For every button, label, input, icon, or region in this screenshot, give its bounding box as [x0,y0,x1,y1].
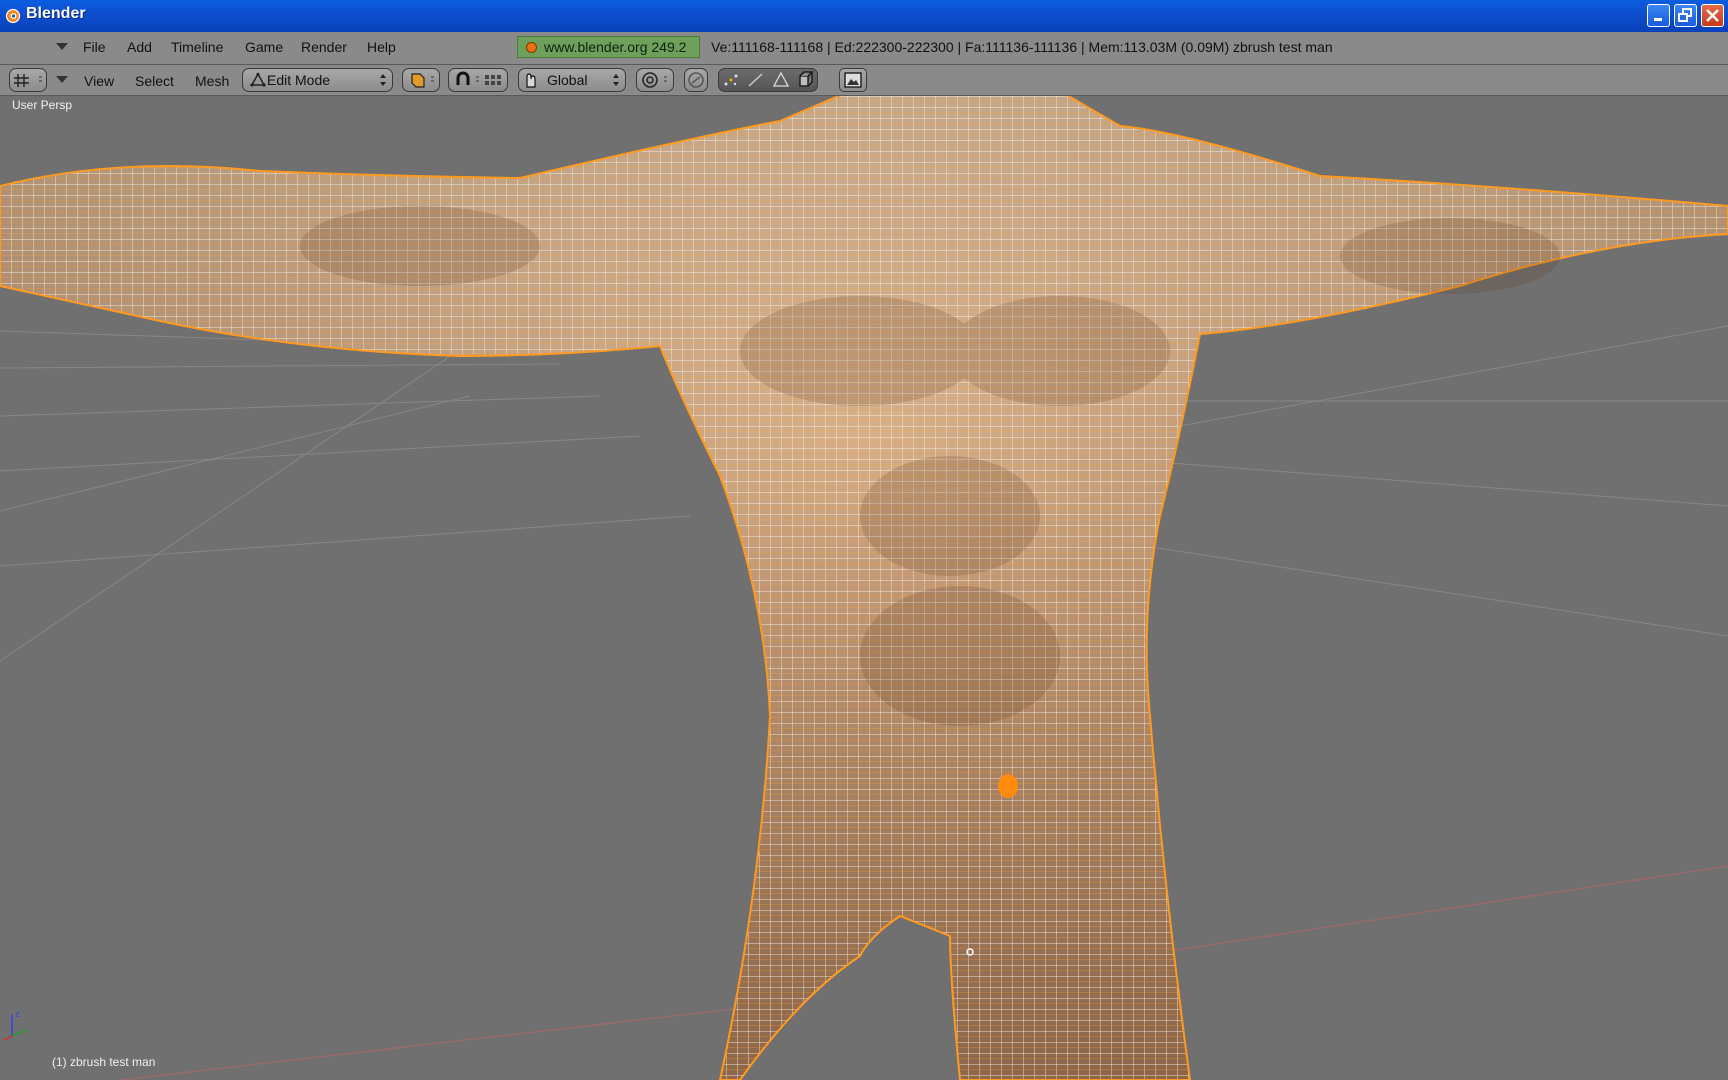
close-icon [1706,9,1719,22]
viewport-scene: z [0,96,1728,1080]
snap-magnet-icon [456,71,501,85]
menu-render[interactable]: Render [301,39,347,55]
menu-view[interactable]: View [84,73,114,89]
orientation-select[interactable]: Global [518,68,626,92]
mode-value: Edit Mode [267,72,331,88]
link-icon [688,72,704,88]
blender-logo-icon [5,8,21,24]
menu-game[interactable]: Game [245,39,283,55]
vertex-select-icon [724,74,738,86]
header-collapse-icon[interactable] [56,43,68,50]
toolbar-collapse-icon[interactable] [56,76,68,83]
proportional-edit-icon [642,72,667,88]
version-text: www.blender.org 249.2 [544,39,687,55]
blender-small-icon [526,42,537,53]
proportional-edit-button[interactable] [636,68,674,92]
snap-group[interactable] [448,68,508,92]
menu-add[interactable]: Add [127,39,152,55]
mode-select[interactable]: Edit Mode [242,68,393,92]
view3d-editor-icon [14,74,42,87]
face-select-icon [772,71,790,87]
active-object-label: (1) zbrush test man [52,1055,156,1069]
restore-button[interactable] [1674,4,1697,27]
version-badge[interactable]: www.blender.org 249.2 [517,36,700,58]
view3d-header: View Select Mesh Edit Mode Global [0,65,1728,96]
view3d-viewport[interactable]: z User Persp (1) zbrush test man [0,96,1728,1080]
axis-gizmo: z [3,1010,27,1041]
mesh-object [0,96,1728,1080]
restore-icon [1678,8,1692,22]
select-mode-group[interactable] [718,68,818,92]
occlude-geometry-icon [799,71,814,87]
render-button[interactable] [839,68,867,92]
navel-selection [998,774,1018,798]
minimize-button[interactable] [1647,4,1670,27]
menu-timeline[interactable]: Timeline [171,39,223,55]
close-button[interactable] [1701,4,1724,27]
edit-mode-icon [250,72,266,87]
edge-select-icon [748,73,763,87]
minimize-icon [1654,18,1662,21]
scene-stats: Ve:111168-111168 | Ed:222300-222300 | Fa… [711,39,1333,55]
render-icon [844,72,862,88]
menu-file[interactable]: File [83,39,106,55]
orientation-value: Global [547,72,588,88]
mirror-button[interactable] [684,68,708,92]
draw-type-icon [411,73,434,88]
view-name-label: User Persp [12,98,73,112]
dropdown-arrows-icon [613,74,619,86]
menu-mesh[interactable]: Mesh [195,73,229,89]
window-title: Blender [26,5,86,22]
window-titlebar: Blender [0,0,1728,32]
menu-help[interactable]: Help [367,39,396,55]
dropdown-arrows-icon [380,74,386,86]
transform-manipulator-icon [526,73,536,88]
menu-select[interactable]: Select [135,73,174,89]
svg-text:z: z [15,1010,20,1020]
editor-type-button[interactable] [9,68,47,92]
draw-type-button[interactable] [402,68,440,92]
